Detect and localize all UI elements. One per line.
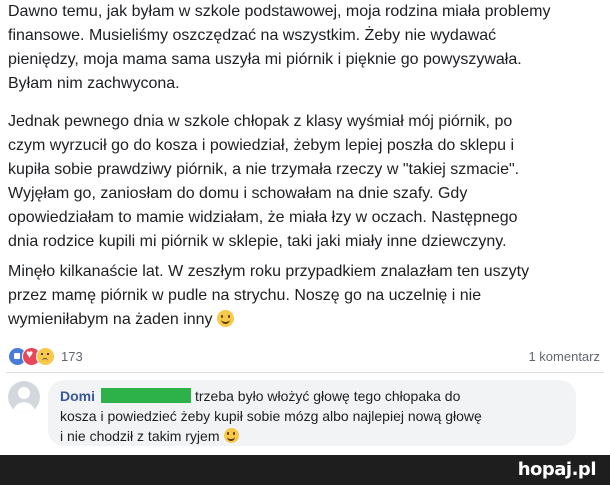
post-paragraph-1: Dawno temu, jak byłam w szkole podstawow… [8, 0, 550, 96]
avatar[interactable] [8, 381, 40, 413]
text-line: czym wyrzucił go do kosza i powiedział, … [8, 137, 514, 154]
reaction-count[interactable]: 173 [61, 349, 83, 364]
name-censor-bar [101, 388, 191, 403]
comment-line: i nie chodził z takim ryjem [60, 426, 482, 446]
facebook-post: Dawno temu, jak byłam w szkole podstawow… [0, 0, 610, 452]
comment-line: Domi trzeba było włożyć głowę tego chłopa… [60, 386, 482, 406]
comment-author-link[interactable]: Domi [60, 388, 95, 404]
text-line: dnia rodzice kupili mi piórnik w sklepie… [8, 233, 507, 250]
text-line: Dawno temu, jak byłam w szkole podstawow… [8, 3, 551, 20]
text-line-content: wymieniłabym na żaden inny [8, 311, 213, 328]
comment-line: kosza i powiedzieć żeby kupił sobie mózg… [60, 408, 482, 424]
comment-text: Domi trzeba było włożyć głowę tego chłopa… [60, 386, 482, 446]
comment-line-text: trzeba było włożyć głowę tego chłopaka d… [195, 388, 461, 404]
comment-count-link[interactable]: 1 komentarz [528, 349, 600, 364]
text-line: pieniędzy, moja mama sama uszyła mi piór… [8, 51, 522, 68]
text-line: Byłam nim zachwycona. [8, 75, 180, 92]
watermark-footer: hopaj.pl [0, 455, 610, 485]
logo-tld: .pl [571, 459, 597, 480]
reactions-bar[interactable]: 173 [8, 346, 83, 366]
text-line: Jednak pewnego dnia w szkole chłopak z k… [8, 113, 513, 130]
text-line: przez mamę piórnik w pudle na strychu. N… [8, 287, 482, 304]
smile-emoji-icon [216, 310, 234, 327]
text-line: finansowe. Musieliśmy oszczędzać na wszy… [8, 27, 497, 44]
text-line: kupiła sobie prawdziwy piórnik, a nie tr… [8, 161, 520, 178]
sad-icon [36, 346, 55, 366]
comment-bubble: Domi trzeba było włożyć głowę tego chłopa… [48, 380, 576, 446]
text-line: opowiedziałam to mamie widziałam, że mia… [8, 209, 518, 226]
divider [6, 372, 604, 373]
post-paragraph-2: Jednak pewnego dnia w szkole chłopak z k… [8, 110, 519, 254]
comment-line-text: i nie chodził z takim ryjem [60, 428, 220, 444]
text-line: Minęło kilkanaście lat. W zeszłym roku p… [8, 263, 530, 280]
post-paragraph-3: Minęło kilkanaście lat. W zeszłym roku p… [8, 260, 529, 332]
logo-text: hopaj [517, 459, 572, 480]
text-line: Wyjęłam go, zaniosłam do domu i schowała… [8, 185, 468, 202]
site-logo: hopaj.pl [517, 459, 597, 480]
smile-emoji-icon [223, 428, 239, 443]
text-line: wymieniłabym na żaden inny [8, 308, 529, 332]
